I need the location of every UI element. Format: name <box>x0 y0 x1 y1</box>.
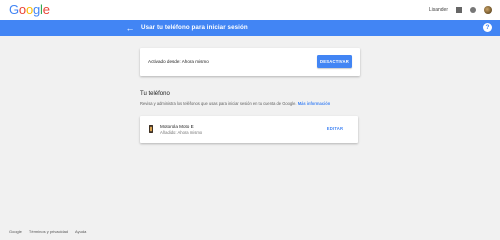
more-info-link[interactable]: Más información <box>298 101 331 106</box>
notifications-icon[interactable] <box>470 7 476 13</box>
description-text: Revisa y administra los teléfonos que us… <box>140 101 297 106</box>
edit-button[interactable]: EDITAR <box>321 125 349 133</box>
device-name: Motorola Moto E <box>160 124 194 129</box>
page-title: Usar tu teléfono para iniciar sesión <box>141 24 248 31</box>
google-logo[interactable]: Google <box>9 2 50 17</box>
top-bar: Google Lisander <box>0 0 500 21</box>
footer: Google Términos y privacidad Ayuda <box>9 229 86 234</box>
device-added-date: Añadido: Ahora mismo <box>160 130 203 135</box>
deactivate-button[interactable]: DESACTIVAR <box>317 55 352 68</box>
help-icon[interactable]: ? <box>483 23 492 32</box>
username[interactable]: Lisander <box>429 7 448 13</box>
activation-status: Activado desde: Ahora mismo <box>148 59 209 64</box>
footer-link-google[interactable]: Google <box>9 229 22 234</box>
arrow-left-icon[interactable]: ← <box>125 23 135 33</box>
logo-letter: o <box>25 2 33 17</box>
phone-icon <box>149 125 153 133</box>
logo-letter: o <box>18 2 26 17</box>
device-card: Motorola Moto E Añadido: Ahora mismo EDI… <box>140 116 358 143</box>
footer-link-terms[interactable]: Términos y privacidad <box>29 229 68 234</box>
apps-grid-icon[interactable] <box>456 7 462 13</box>
page-header: ← Usar tu teléfono para iniciar sesión ? <box>0 20 500 36</box>
logo-letter: G <box>9 2 19 17</box>
logo-letter: e <box>42 2 50 17</box>
footer-link-help[interactable]: Ayuda <box>75 229 86 234</box>
section-title: Tu teléfono <box>140 91 170 97</box>
logo-letter: g <box>32 2 41 17</box>
avatar[interactable] <box>484 6 492 14</box>
account-area: Lisander <box>429 0 492 20</box>
section-description: Revisa y administra los teléfonos que us… <box>140 101 330 106</box>
status-card: Activado desde: Ahora mismo DESACTIVAR <box>140 48 360 76</box>
